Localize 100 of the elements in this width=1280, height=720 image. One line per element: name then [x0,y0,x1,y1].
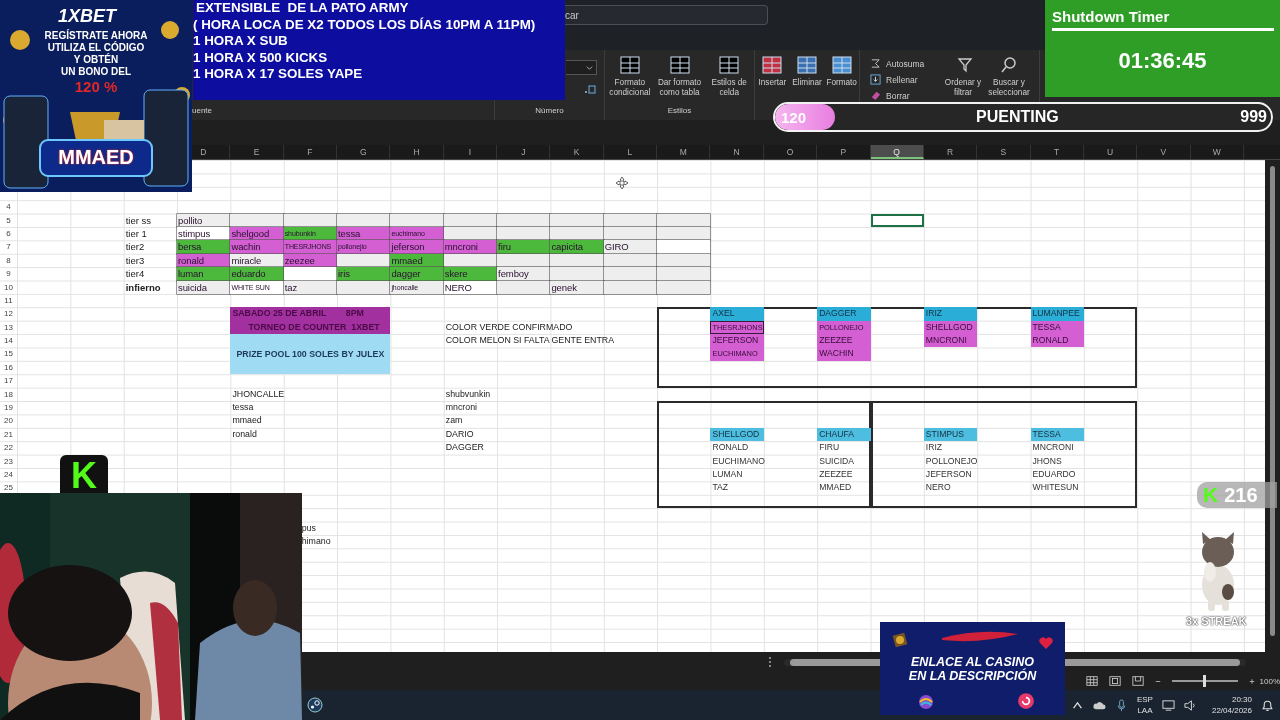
more-icon[interactable] [768,656,772,668]
coin-icon [892,632,908,648]
column-header[interactable]: K [550,145,604,159]
language-indicator[interactable]: ESP LAA [1136,694,1153,716]
column-header[interactable]: E [230,145,284,159]
team-member: IRIZ [924,441,944,455]
search-icon [999,56,1019,74]
tier-label: tier2 [124,240,146,254]
column-header[interactable]: T [1030,145,1084,159]
row-number: 19 [3,402,14,415]
column-header[interactable]: W [1190,145,1244,159]
normal-view-icon[interactable] [1086,675,1099,687]
page-layout-icon[interactable] [1109,675,1122,687]
ribbon-button[interactable]: Eliminar [789,54,825,88]
team-member: TAZ [711,481,730,495]
monitor-icon[interactable] [1161,698,1175,712]
ad-text: UN BONO DEL [60,66,132,78]
steam-icon[interactable] [307,697,323,713]
table-cell: bersa [177,240,231,254]
column-header[interactable]: P [817,145,871,159]
ribbon-button[interactable]: Insertar [755,54,790,88]
clock[interactable]: 20:30 22/04/2026 [1211,694,1252,716]
team-member: FIRU [818,441,841,455]
ribbon-command[interactable]: Autosuma [870,58,940,69]
table-cell: capicita [550,240,604,254]
column-header[interactable]: Q [870,145,924,159]
ribbon-button[interactable]: Formato condicional [605,54,655,98]
team-member: NERO [924,481,952,495]
column-header[interactable]: F [283,145,338,159]
ribbon-button[interactable]: Estilos de celda [704,54,754,98]
search-field[interactable]: car [565,5,768,25]
row-number: 20 [3,415,14,428]
table-cell: mmaed [390,253,444,268]
ribbon-command[interactable]: Borrar [870,90,940,101]
group-label: uente [191,105,214,117]
team-captain: AXEL [710,307,764,321]
team-member: EDUARDO [1031,468,1077,481]
table-cell: tessa [337,226,391,241]
column-header[interactable]: R [923,145,978,159]
ribbon-command[interactable]: Rellenar [870,74,940,85]
cell-text: mncroni [444,401,479,415]
team-captain: TESSA [1030,427,1084,442]
table-cell: stimpus [177,226,231,241]
column-header[interactable]: M [657,145,711,159]
ad-text: UTILIZA EL CÓDIGO [46,42,146,53]
column-header[interactable]: L [603,145,658,159]
team-member: LUMAN [711,468,744,481]
column-header[interactable]: U [1083,145,1138,159]
row-number: 22 [3,442,14,455]
column-header[interactable]: D [193,145,231,159]
group-label: Estilos [666,105,693,117]
row-number: 4 [5,201,12,214]
ribbon-button[interactable]: Ordenar y filtrar [940,54,986,98]
column-header[interactable]: J [497,145,551,159]
column-header[interactable]: V [1137,145,1191,159]
cell-text: mmaed [231,414,263,428]
goal-target: 999 [1240,108,1267,126]
row-number: 21 [3,428,14,441]
move-cursor-icon [616,177,628,189]
page-break-icon[interactable] [1132,675,1145,687]
team-captain: LUMANPEE [1030,307,1084,321]
team-captain: IRIZ [923,307,978,321]
table-cell: taz [283,280,338,294]
cell-text: DAGGER [444,441,485,455]
decimal-icon[interactable] [583,83,597,95]
column-header[interactable]: I [443,145,498,159]
zoom-level[interactable]: 100% [1259,676,1280,686]
team-member: JEFERSON [710,334,764,348]
ribbon-button[interactable]: Buscar y seleccionar [986,54,1032,98]
table-cell: dagger [390,267,444,281]
table-cell: femboy [497,267,551,281]
column-header[interactable]: N [710,145,764,159]
ribbon-button[interactable]: Formato [824,54,859,88]
row-number: 23 [3,455,14,468]
team-member: WHITESUN [1031,481,1080,495]
column-header[interactable]: S [977,145,1031,159]
timer-value: 01:36:45 [1118,48,1207,74]
table-cell: GIRO [603,240,658,254]
vertical-scrollbar[interactable] [1265,160,1280,652]
cell-text: DARIO [444,427,475,441]
ribbon-button[interactable]: Dar formato como tabla [654,54,705,98]
table-cell: NERO [443,280,498,294]
column-header[interactable]: G [337,145,391,159]
row-number: 10 [3,281,14,294]
team-member: EUCHIMANO [711,454,766,468]
table-cell: genek [550,280,604,294]
plus-icon[interactable] [1248,677,1255,685]
caret-icon [586,64,593,71]
grid-icon [719,56,740,74]
speaker-icon[interactable] [1183,698,1197,712]
follower-count: 216 [1224,483,1258,507]
tier-label: infierno [124,280,162,294]
promo-code: MMAED [57,146,135,169]
table-cell: iris [337,267,391,281]
fill-down-icon [870,74,881,85]
candy-icon [918,694,934,710]
column-header[interactable]: O [763,145,818,159]
column-header[interactable]: H [390,145,444,159]
bell-icon[interactable] [1261,698,1274,712]
note-text: COLOR MELON SI FALTA GENTE ENTRA [444,334,616,348]
